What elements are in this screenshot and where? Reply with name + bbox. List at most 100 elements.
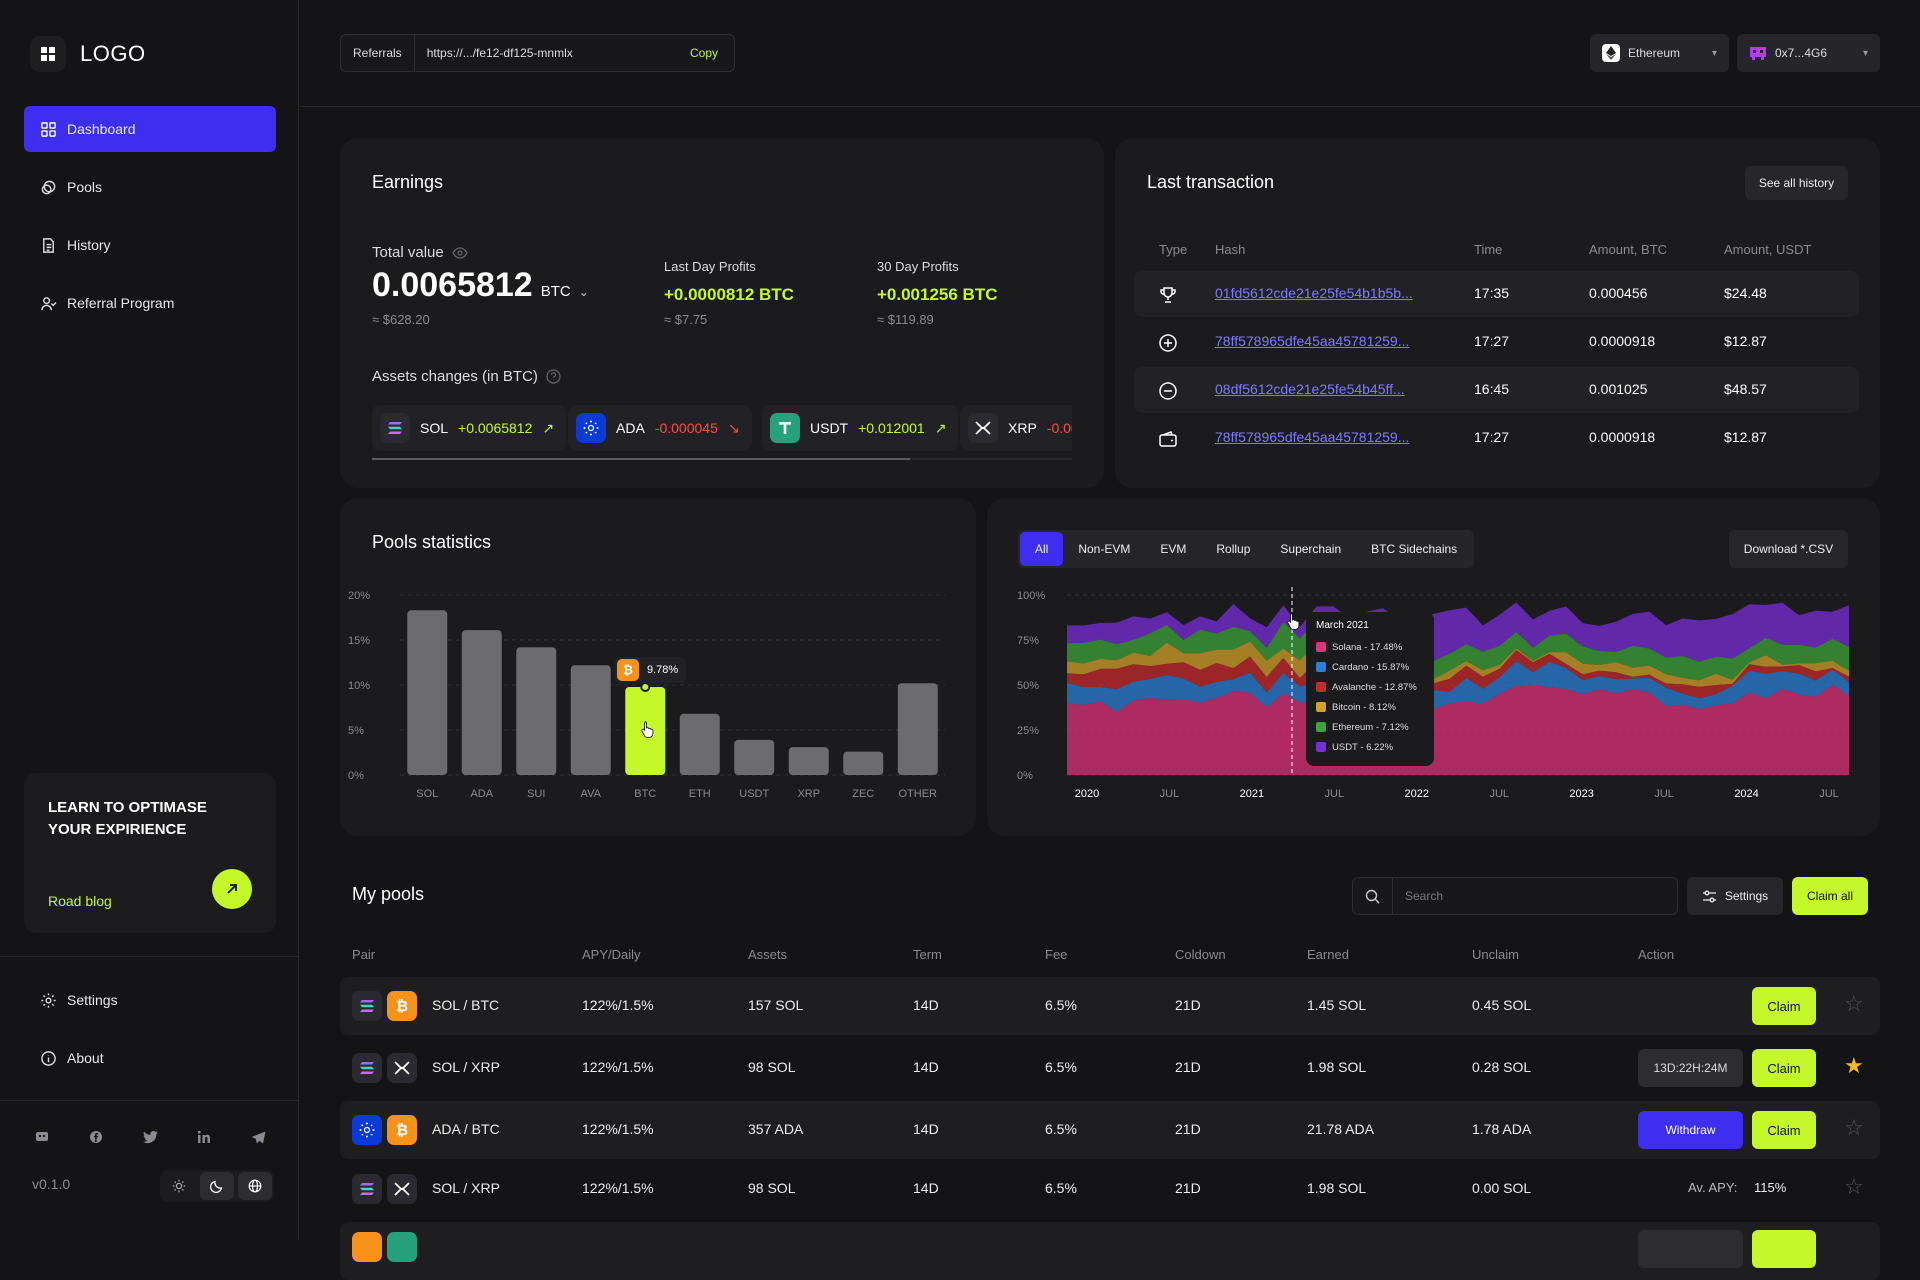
- tx-hash-link[interactable]: 01fd5612cde21e25fe54b1b5b...: [1215, 285, 1413, 301]
- download-csv-button[interactable]: Download *.CSV: [1729, 530, 1848, 568]
- help-icon[interactable]: [546, 369, 561, 384]
- tx-time: 16:45: [1474, 381, 1510, 397]
- road-blog-link[interactable]: Road blog: [48, 893, 112, 909]
- tab-all[interactable]: All: [1020, 532, 1064, 566]
- claim-button[interactable]: Claim: [1752, 1111, 1816, 1149]
- tx-hash-link[interactable]: 78ff578965dfe45aa45781259...: [1215, 429, 1409, 445]
- sidebar-item-dashboard[interactable]: Dashboard: [24, 106, 276, 152]
- bar-marker: [640, 681, 651, 692]
- fee-value: 6.5%: [1045, 1180, 1077, 1196]
- sidebar-item-about[interactable]: About: [24, 1035, 276, 1081]
- claim-button[interactable]: Claim: [1752, 987, 1816, 1025]
- category-tabs: All Non-EVM EVM Rollup Superchain BTC Si…: [1018, 530, 1475, 568]
- star-icon[interactable]: ☆: [1844, 991, 1864, 1017]
- document-icon: [43, 237, 54, 253]
- sidebar-item-label: About: [67, 1050, 104, 1066]
- search-input[interactable]: [1393, 889, 1677, 903]
- table-row[interactable]: 01fd5612cde21e25fe54b1b5b... 17:35 0.000…: [1134, 271, 1859, 317]
- arrow-up-right-icon[interactable]: [212, 869, 252, 909]
- scrollbar[interactable]: [372, 458, 910, 460]
- discord-icon[interactable]: [30, 1125, 54, 1149]
- wallet-select[interactable]: 0x7...4G6 ▾: [1737, 34, 1880, 72]
- tx-header-type: Type: [1159, 242, 1188, 257]
- col-header-apy: APY/Daily: [582, 947, 641, 962]
- referral-box: Referrals https://.../fe12-df125-mnmlx C…: [340, 34, 735, 72]
- tx-hash-link[interactable]: 78ff578965dfe45aa45781259...: [1215, 333, 1409, 349]
- tx-hash-link[interactable]: 08df5612cde21e25fe54b45ff...: [1215, 381, 1405, 397]
- pair-label: ADA / BTC: [432, 1121, 500, 1137]
- copy-button[interactable]: Copy: [690, 46, 734, 60]
- referral-url[interactable]: https://.../fe12-df125-mnmlx: [415, 46, 690, 60]
- plus-circle-icon: [1159, 334, 1177, 352]
- ethereum-icon: [1602, 44, 1620, 62]
- apy-value: 122%/1.5%: [582, 997, 654, 1013]
- star-icon[interactable]: ☆: [1844, 1115, 1864, 1141]
- linkedin-icon[interactable]: [192, 1125, 216, 1149]
- cooldown-value: 21D: [1175, 1121, 1201, 1137]
- sidebar-item-settings[interactable]: Settings: [24, 977, 276, 1023]
- facebook-icon[interactable]: [84, 1125, 108, 1149]
- see-all-history-button[interactable]: See all history: [1745, 166, 1848, 200]
- table-row[interactable]: 08df5612cde21e25fe54b45ff... 16:45 0.001…: [1134, 367, 1859, 413]
- sidebar: LOGO Dashboard Pools History Referral Pr…: [0, 0, 299, 1240]
- cursor-icon: [1286, 612, 1302, 633]
- asset-chip-ada[interactable]: ADA -0.000045 ↘: [568, 405, 752, 451]
- claim-button[interactable]: Claim: [1752, 1049, 1816, 1087]
- tab-rollup[interactable]: Rollup: [1201, 532, 1265, 566]
- sidebar-item-label: History: [67, 237, 111, 253]
- claim-all-button[interactable]: Claim all: [1792, 877, 1868, 915]
- legend-label: Avalanche - 12.87%: [1332, 681, 1417, 693]
- pair-label: SOL / BTC: [432, 997, 500, 1013]
- assets-value: 98 SOL: [748, 1180, 796, 1196]
- withdraw-button[interactable]: Withdraw: [1638, 1111, 1743, 1149]
- term-value: 14D: [913, 1121, 939, 1137]
- table-row[interactable]: SOL / XRP 122%/1.5% 98 SOL 14D 6.5% 21D …: [340, 1039, 1880, 1097]
- globe-icon[interactable]: [238, 1172, 272, 1200]
- chevron-down-icon[interactable]: ⌄: [579, 285, 589, 299]
- tab-non-evm[interactable]: Non-EVM: [1063, 532, 1145, 566]
- moon-icon[interactable]: [200, 1172, 234, 1200]
- table-row[interactable]: 78ff578965dfe45aa45781259... 17:27 0.000…: [1134, 415, 1859, 461]
- sun-icon[interactable]: [162, 1172, 196, 1200]
- asset-chip-sol[interactable]: SOL +0.0065812 ↗: [372, 405, 567, 451]
- tx-time: 17:27: [1474, 333, 1510, 349]
- apy-value: 122%/1.5%: [582, 1059, 654, 1075]
- pools-bar-chart: 20% 15% 10% 5% 0% SOL ADA SUI AVA BTC ETH USDT XRP ZE…: [348, 590, 945, 800]
- col-header-action: Action: [1638, 947, 1675, 962]
- table-row[interactable]: ₿ SOL / BTC 122%/1.5% 157 SOL 14D 6.5% 2…: [340, 977, 1880, 1035]
- asset-chip-xrp[interactable]: XRP -0.00: [960, 405, 1072, 451]
- info-icon: [41, 1050, 56, 1066]
- currency-select[interactable]: BTC: [541, 283, 571, 300]
- star-filled-icon[interactable]: ★: [1844, 1053, 1864, 1079]
- pair-label: SOL / XRP: [432, 1180, 500, 1196]
- asset-chip-usdt[interactable]: USDT +0.012001 ↗: [762, 405, 959, 451]
- legend-label: Cardano - 15.87%: [1332, 661, 1410, 673]
- xrp-icon: [387, 1053, 417, 1083]
- sliders-icon: [1702, 890, 1716, 902]
- tab-btc-sidechains[interactable]: BTC Sidechains: [1356, 532, 1472, 566]
- total-label-text: Total value: [372, 244, 444, 261]
- avg-apy-label: Av. APY:: [1688, 1180, 1738, 1195]
- tab-evm[interactable]: EVM: [1145, 532, 1201, 566]
- twitter-icon[interactable]: [138, 1125, 162, 1149]
- claim-button[interactable]: [1752, 1230, 1816, 1268]
- eye-icon[interactable]: [451, 246, 468, 259]
- network-select[interactable]: Ethereum ▾: [1590, 34, 1729, 72]
- star-icon[interactable]: ☆: [1844, 1174, 1864, 1200]
- table-row[interactable]: SOL / XRP 122%/1.5% 98 SOL 14D 6.5% 21D …: [340, 1160, 1880, 1218]
- sidebar-item-history[interactable]: History: [24, 222, 276, 268]
- unclaim-value: 0.45 SOL: [1472, 997, 1532, 1013]
- x-tick-label: ZEC: [852, 788, 874, 800]
- tab-superchain[interactable]: Superchain: [1265, 532, 1356, 566]
- logo[interactable]: LOGO: [30, 36, 146, 72]
- sidebar-item-referral[interactable]: Referral Program: [24, 280, 276, 326]
- sidebar-item-pools[interactable]: Pools: [24, 164, 276, 210]
- table-row[interactable]: 78ff578965dfe45aa45781259... 17:27 0.000…: [1134, 319, 1859, 365]
- x-tick-label: 2023: [1569, 788, 1593, 800]
- table-row[interactable]: [340, 1222, 1880, 1280]
- bitcoin-icon: ₿: [387, 991, 417, 1021]
- settings-button[interactable]: Settings: [1687, 877, 1783, 915]
- table-row[interactable]: ₿ ADA / BTC 122%/1.5% 357 ADA 14D 6.5% 2…: [340, 1101, 1880, 1159]
- y-tick-label: 0%: [348, 770, 364, 782]
- telegram-icon[interactable]: [246, 1125, 270, 1149]
